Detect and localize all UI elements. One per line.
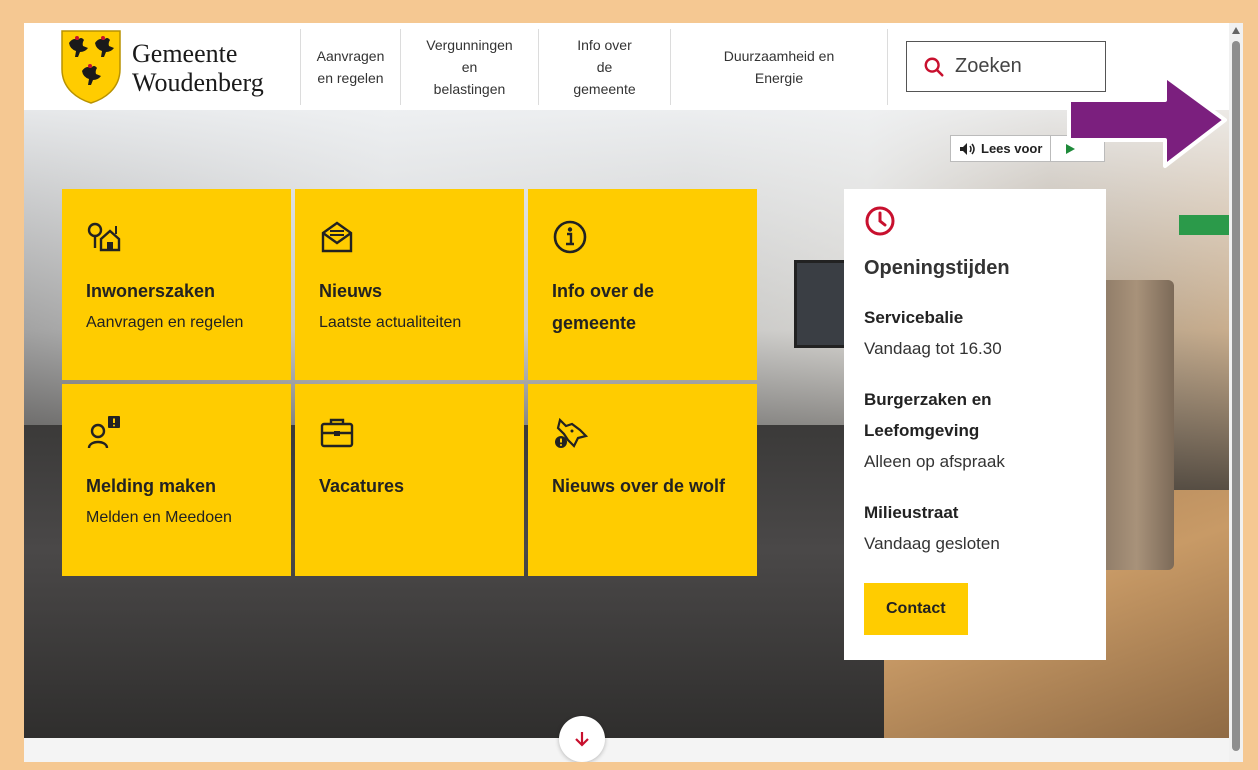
search-icon xyxy=(924,57,944,77)
browser-viewport: Gemeente Woudenberg Aanvragen en regelen… xyxy=(24,23,1229,762)
hours-value: Vandaag gesloten xyxy=(864,534,1000,553)
newsletter-icon xyxy=(321,221,353,253)
wolf-alert-icon xyxy=(555,417,588,448)
nav-label-line: de xyxy=(596,59,613,75)
nav-divider xyxy=(887,29,888,105)
nav-label-line: en xyxy=(461,59,478,75)
nav-label-line: Vergunningen xyxy=(426,37,513,53)
hours-group-burgerzaken: Burgerzaken en Leefomgeving Alleen op af… xyxy=(864,384,1086,477)
site-logo-text: Gemeente Woudenberg xyxy=(132,39,264,97)
tile-title: Info over de gemeente xyxy=(552,281,655,333)
contact-button[interactable]: Contact xyxy=(864,583,968,635)
nav-label-line: Info over xyxy=(577,37,632,53)
logo-line-2: Woudenberg xyxy=(132,68,264,97)
clock-icon xyxy=(865,206,895,236)
scroll-down-button[interactable] xyxy=(559,716,605,762)
tile-title: Inwonerszaken xyxy=(86,281,216,301)
hours-value: Vandaag tot 16.30 xyxy=(864,339,1002,358)
nav-label-line: belastingen xyxy=(433,81,506,97)
coat-of-arms-icon xyxy=(61,30,121,104)
house-tree-icon xyxy=(87,222,121,252)
hours-group-servicebalie: Servicebalie Vandaag tot 16.30 xyxy=(864,302,1086,364)
site-header: Gemeente Woudenberg Aanvragen en regelen… xyxy=(24,23,1229,110)
nav-aanvragen[interactable]: Aanvragen en regelen xyxy=(300,29,400,105)
tile-inwonerszaken[interactable]: Inwonerszaken Aanvragen en regelen xyxy=(62,189,291,380)
hours-heading: Milieustraat xyxy=(864,503,959,522)
nav-label-line: en regelen xyxy=(317,70,384,86)
hours-heading: Burgerzaken en Leefomgeving xyxy=(864,390,992,440)
tile-title: Nieuws over de wolf xyxy=(552,476,726,496)
opening-hours-title: Openingstijden xyxy=(864,257,1010,279)
info-icon xyxy=(553,220,587,254)
tile-title: Vacatures xyxy=(319,476,405,496)
hours-value: Alleen op afspraak xyxy=(864,452,1005,471)
tile-subtitle: Melden en Meedoen xyxy=(86,509,232,526)
person-alert-icon xyxy=(87,416,120,449)
scroll-up-arrow-icon[interactable] xyxy=(1232,27,1240,34)
next-section-strip xyxy=(24,738,1229,762)
nav-info-gemeente[interactable]: Info over de gemeente xyxy=(538,29,670,105)
page-scrollbar[interactable] xyxy=(1229,23,1243,762)
tile-subtitle: Aanvragen en regelen xyxy=(86,314,244,331)
read-aloud-button[interactable]: Lees voor xyxy=(951,136,1052,161)
speaker-icon xyxy=(960,142,975,155)
tile-title: Nieuws xyxy=(319,281,383,301)
nav-label-line: Aanvragen xyxy=(316,48,385,64)
site-logo[interactable]: Gemeente Woudenberg xyxy=(60,29,300,104)
search-label: Zoeken xyxy=(955,55,1022,77)
annotation-arrow-icon xyxy=(1067,74,1227,168)
nav-vergunningen[interactable]: Vergunningen en belastingen xyxy=(400,29,538,105)
nav-label-line: Energie xyxy=(754,70,804,86)
hours-group-milieustraat: Milieustraat Vandaag gesloten xyxy=(864,497,1086,559)
nav-label-line: gemeente xyxy=(573,81,636,97)
hero-exit-sign xyxy=(1179,215,1229,235)
read-aloud-label: Lees voor xyxy=(981,141,1043,156)
tile-subtitle: Laatste actualiteiten xyxy=(319,314,462,331)
hero-plant xyxy=(1099,280,1174,570)
hours-heading: Servicebalie xyxy=(864,308,964,327)
briefcase-icon xyxy=(320,418,354,448)
nav-duurzaamheid[interactable]: Duurzaamheid en Energie xyxy=(670,29,887,105)
tile-nieuws[interactable]: Nieuws Laatste actualiteiten xyxy=(295,189,524,380)
tile-info-gemeente[interactable]: Info over de gemeente xyxy=(528,189,757,380)
tile-vacatures[interactable]: Vacatures xyxy=(295,384,524,576)
opening-hours-card: Openingstijden Servicebalie Vandaag tot … xyxy=(844,189,1106,660)
logo-line-1: Gemeente xyxy=(132,39,238,68)
scrollbar-thumb[interactable] xyxy=(1232,41,1240,751)
tile-title: Melding maken xyxy=(86,476,217,496)
nav-label-line: Duurzaamheid en xyxy=(723,48,835,64)
tile-nieuws-wolf[interactable]: Nieuws over de wolf xyxy=(528,384,757,576)
tile-melding-maken[interactable]: Melding maken Melden en Meedoen xyxy=(62,384,291,576)
arrow-down-icon xyxy=(575,732,589,747)
